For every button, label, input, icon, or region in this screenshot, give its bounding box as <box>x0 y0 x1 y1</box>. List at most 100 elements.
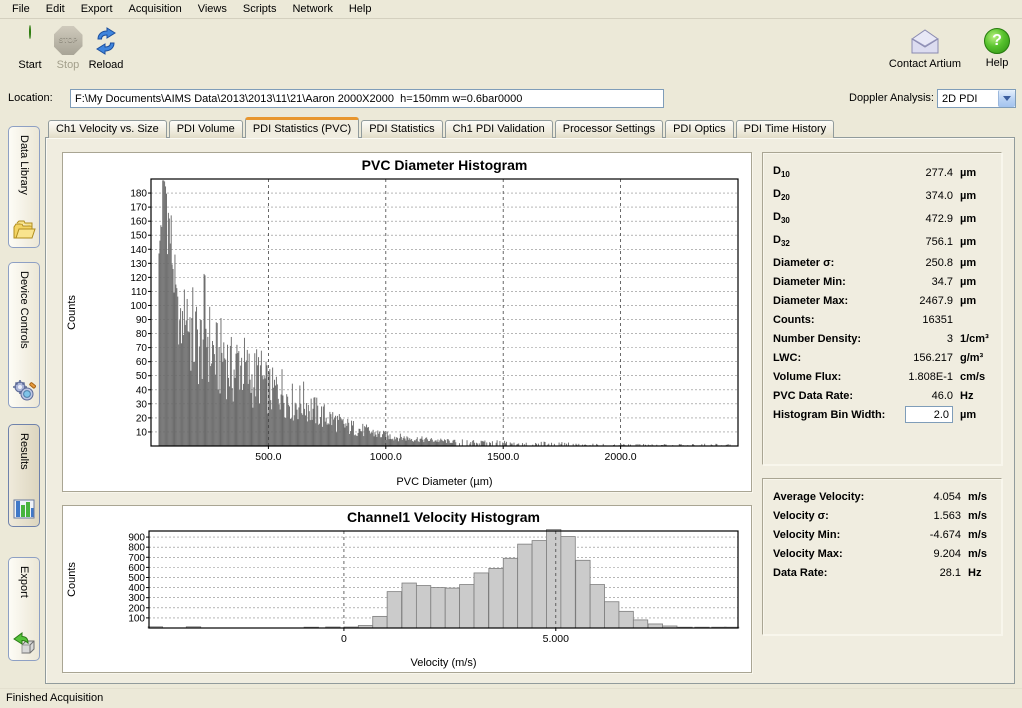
svg-text:90: 90 <box>136 315 148 326</box>
stat-row: Volume Flux:1.808E-1cm/s <box>773 367 991 386</box>
tab-processor-settings[interactable]: Processor Settings <box>555 120 663 138</box>
stat-row: Counts: 16351 <box>773 310 991 329</box>
svg-text:80: 80 <box>136 329 148 340</box>
pvc-diameter-chart: PVC Diameter HistogramCountsPVC Diameter… <box>62 152 752 492</box>
bar-chart-icon <box>12 497 36 521</box>
stat-row: Velocity Max: 9.204m/s <box>773 544 991 563</box>
stat-label: Counts: <box>773 314 815 326</box>
stat-unit: µm <box>953 213 991 225</box>
menu-item-views[interactable]: Views <box>190 1 235 17</box>
contact-artium-label: Contact Artium <box>889 58 961 70</box>
velocity-stats-panel: Average Velocity:4.054m/sVelocity σ:1.56… <box>762 478 1002 635</box>
stat-unit: m/s <box>961 548 991 560</box>
status-text: Finished Acquisition <box>6 692 103 704</box>
sidebar-item-device-controls[interactable]: Device Controls <box>8 262 40 408</box>
chevron-down-icon[interactable] <box>998 90 1015 107</box>
sidebar-item-results[interactable]: Results <box>8 424 40 527</box>
tab-bar: Ch1 Velocity vs. SizePDI VolumePDI Stati… <box>48 117 836 138</box>
stat-unit: cm/s <box>953 371 991 383</box>
reload-icon <box>91 26 121 56</box>
menu-bar: FileEditExportAcquisitionViewsScriptsNet… <box>0 0 1022 19</box>
reload-button-label: Reload <box>89 59 124 71</box>
doppler-analysis-value: 2D PDI <box>938 93 998 105</box>
stat-value: 374.0 <box>925 190 953 202</box>
stat-label: Diameter Min: <box>773 276 846 288</box>
stat-label: D30 <box>773 211 790 225</box>
tab-pdi-volume[interactable]: PDI Volume <box>169 120 243 138</box>
stat-value: 250.8 <box>925 257 953 269</box>
svg-text:500: 500 <box>128 573 145 584</box>
sidebar-item-export[interactable]: Export <box>8 557 40 661</box>
tab-pdi-time-history[interactable]: PDI Time History <box>736 120 835 138</box>
stat-value: 16351 <box>922 314 953 326</box>
svg-text:PVC Diameter (µm): PVC Diameter (µm) <box>396 476 492 488</box>
svg-text:40: 40 <box>136 385 148 396</box>
sidebar-item-data-library[interactable]: Data Library <box>8 126 40 248</box>
stat-unit: 1/cm³ <box>953 333 991 345</box>
menu-item-scripts[interactable]: Scripts <box>235 1 285 17</box>
menu-item-file[interactable]: File <box>4 1 38 17</box>
svg-text:1500.0: 1500.0 <box>487 451 519 463</box>
svg-text:100: 100 <box>128 613 145 624</box>
stat-unit: m/s <box>961 491 991 503</box>
help-button[interactable]: ? Help <box>980 26 1014 70</box>
tab-pdi-statistics[interactable]: PDI Statistics <box>361 120 442 138</box>
svg-text:400: 400 <box>128 583 145 594</box>
velocity-chart: Channel1 Velocity HistogramCountsVelocit… <box>62 505 752 673</box>
stat-label: Average Velocity: <box>773 491 864 503</box>
svg-text:2000.0: 2000.0 <box>605 451 637 463</box>
stat-unit: µm <box>953 236 991 248</box>
stat-unit: Hz <box>953 390 991 402</box>
svg-text:150: 150 <box>130 231 147 242</box>
menu-item-help[interactable]: Help <box>341 1 380 17</box>
tab-ch1-pdi-validation[interactable]: Ch1 PDI Validation <box>445 120 553 138</box>
stat-unit: m/s <box>961 529 991 541</box>
svg-text:50: 50 <box>136 371 148 382</box>
menu-item-edit[interactable]: Edit <box>38 1 73 17</box>
menu-item-export[interactable]: Export <box>73 1 121 17</box>
toolbar: Start STOP Stop Reload Contact <box>0 20 1022 84</box>
pvc-stats-panel: D10277.4µmD20374.0µmD30472.9µmD32756.1µm… <box>762 152 1002 465</box>
stat-row: D32756.1µm <box>773 230 991 253</box>
svg-text:Velocity (m/s): Velocity (m/s) <box>410 657 476 669</box>
location-input[interactable] <box>70 89 664 108</box>
stat-value: 46.0 <box>932 390 953 402</box>
envelope-icon <box>909 29 941 55</box>
svg-text:70: 70 <box>136 343 148 354</box>
svg-text:160: 160 <box>130 217 147 228</box>
stat-value: 756.1 <box>925 236 953 248</box>
pvc-diameter-histogram-svg: PVC Diameter HistogramCountsPVC Diameter… <box>63 153 751 491</box>
svg-text:110: 110 <box>131 287 147 298</box>
tab-ch1-velocity-vs-size[interactable]: Ch1 Velocity vs. Size <box>48 120 167 138</box>
svg-text:700: 700 <box>128 553 145 564</box>
stat-label: Data Rate: <box>773 567 827 579</box>
contact-artium-button[interactable]: Contact Artium <box>886 26 964 70</box>
stat-unit: µm <box>953 276 991 288</box>
svg-text:800: 800 <box>128 543 145 554</box>
stat-row: Number Density:31/cm³ <box>773 329 991 348</box>
svg-text:Counts: Counts <box>66 295 78 330</box>
sidebar-item-label: Data Library <box>18 135 30 195</box>
tab-pdi-statistics-pvc[interactable]: PDI Statistics (PVC) <box>245 117 359 138</box>
doppler-analysis-select[interactable]: 2D PDI <box>937 89 1016 108</box>
menu-item-network[interactable]: Network <box>284 1 340 17</box>
svg-text:900: 900 <box>128 533 145 544</box>
stat-label: Diameter σ: <box>773 257 834 269</box>
stat-value: 9.204 <box>933 548 961 560</box>
svg-text:500.0: 500.0 <box>255 451 281 463</box>
stat-unit: Hz <box>961 567 991 579</box>
tab-content-panel: PVC Diameter HistogramCountsPVC Diameter… <box>45 137 1015 684</box>
svg-text:100: 100 <box>130 301 147 312</box>
stat-label: Number Density: <box>773 333 861 345</box>
svg-text:600: 600 <box>128 563 145 574</box>
histogram-bin-width-input[interactable] <box>905 406 953 423</box>
stat-value: 472.9 <box>925 213 953 225</box>
gears-icon <box>12 378 36 402</box>
stat-label: Velocity σ: <box>773 510 829 522</box>
stat-row: D10277.4µm <box>773 161 991 184</box>
stat-row: Velocity Min:-4.674m/s <box>773 525 991 544</box>
reload-button[interactable]: Reload <box>78 26 134 71</box>
menu-item-acquisition[interactable]: Acquisition <box>121 1 190 17</box>
tab-pdi-optics[interactable]: PDI Optics <box>665 120 734 138</box>
stat-label: Velocity Max: <box>773 548 843 560</box>
